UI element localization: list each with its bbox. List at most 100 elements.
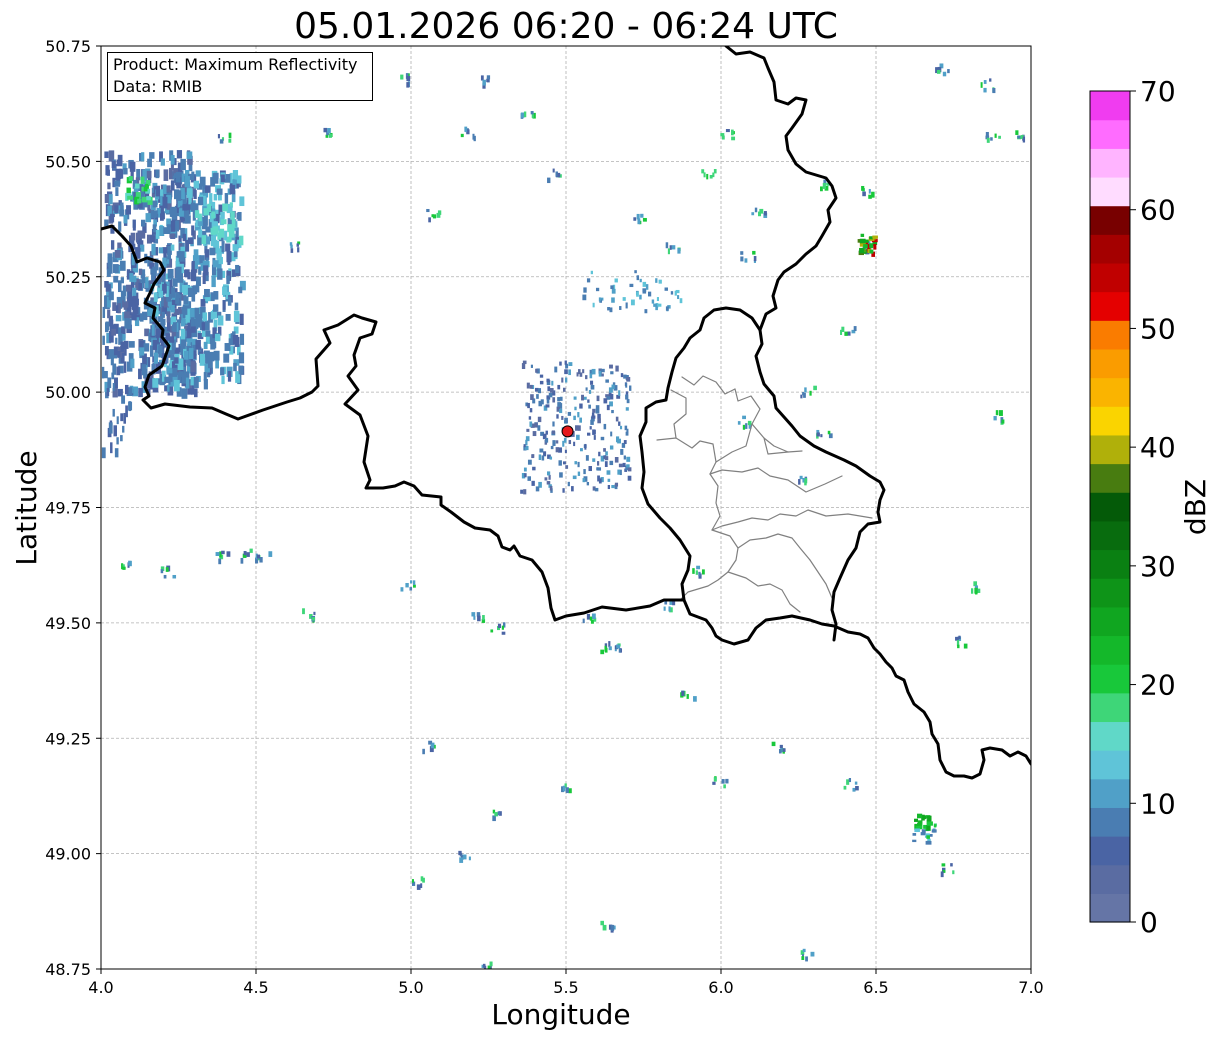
echo-cell	[113, 425, 117, 437]
echo-cell	[686, 694, 689, 699]
echo-cell	[187, 388, 193, 395]
echo-cell	[706, 173, 709, 180]
y-tick-label: 49.25	[45, 729, 91, 748]
echo-cell	[778, 748, 782, 754]
map-title: 05.01.2026 06:20 - 06:24 UTC	[294, 6, 838, 47]
colorbar-tick-label: 60	[1140, 194, 1176, 227]
echo-cell	[609, 460, 614, 466]
echo-cell	[199, 353, 206, 366]
echo-cell	[549, 485, 553, 491]
echo-cell	[658, 279, 662, 284]
echo-cell	[527, 459, 532, 465]
echo-cell	[231, 219, 236, 228]
echo-cell	[296, 243, 299, 247]
echo-cell	[840, 329, 843, 335]
echo-cell	[203, 208, 210, 216]
echo-cell	[170, 244, 175, 251]
echo-cell	[221, 241, 225, 252]
echo-cell	[220, 367, 225, 376]
echo-cell	[138, 368, 142, 380]
echo-cell	[559, 396, 563, 401]
echo-cell	[110, 442, 113, 454]
echo-cell	[523, 111, 527, 118]
echo-cell	[637, 218, 641, 225]
echo-cell	[471, 612, 476, 617]
echo-cell	[917, 822, 922, 826]
echo-cell	[827, 430, 831, 435]
echo-cell	[626, 428, 629, 433]
echo-cell	[203, 341, 208, 350]
echo-cell	[163, 574, 167, 579]
echo-cell	[166, 224, 172, 235]
echo-cell	[117, 280, 122, 293]
echo-cell	[583, 396, 587, 400]
echo-cell	[227, 371, 232, 382]
echo-cell	[626, 377, 631, 382]
echo-cell	[541, 455, 545, 461]
echo-cell	[623, 440, 627, 445]
x-axis-ticks: 4.0 4.5 5.0 5.5 6.0 6.5 7.0	[88, 969, 1044, 997]
echo-cell	[106, 387, 110, 396]
echo-cell	[222, 203, 229, 212]
echo-cell	[116, 159, 123, 167]
echo-cell	[416, 884, 421, 890]
echo-cell	[751, 212, 755, 216]
echo-cell	[529, 384, 533, 389]
echo-cell	[629, 283, 634, 288]
echo-cell	[212, 173, 219, 184]
echo-cell	[152, 339, 158, 350]
echo-cell	[105, 321, 110, 331]
echo-cell	[947, 69, 950, 74]
echo-cell	[112, 264, 119, 273]
colorbar-tick-label: 20	[1140, 669, 1176, 702]
echo-cell	[520, 112, 525, 118]
echo-cell	[578, 425, 581, 431]
echo-cell	[411, 879, 414, 883]
echo-cell	[862, 191, 866, 197]
echo-cell	[160, 569, 164, 574]
echo-cell	[436, 212, 441, 218]
echo-cell	[588, 466, 592, 472]
colorbar-segment	[1090, 807, 1130, 837]
colorbar-segment	[1090, 406, 1130, 436]
echo-cell	[606, 404, 610, 411]
echo-cell	[618, 647, 621, 653]
echo-cell	[582, 478, 586, 483]
echo-cell	[731, 129, 734, 136]
echo-cell	[547, 386, 551, 392]
echo-cell	[155, 169, 160, 179]
colorbar-tick-label: 50	[1140, 312, 1176, 345]
echo-cell	[573, 441, 576, 447]
echo-cell	[494, 812, 498, 817]
echo-cell	[957, 644, 960, 649]
echo-cell	[163, 227, 168, 235]
echo-cell	[580, 448, 583, 452]
echo-cell	[131, 275, 137, 283]
echo-cell	[188, 347, 194, 360]
echo-cell	[868, 188, 871, 194]
echo-cell	[472, 133, 475, 140]
echo-cell	[464, 126, 468, 132]
echo-cell	[238, 365, 244, 375]
echo-cell	[847, 331, 851, 336]
echo-cell	[668, 606, 671, 612]
echo-cell	[604, 456, 609, 461]
echo-cell	[522, 360, 527, 365]
echo-cell	[139, 313, 144, 322]
x-tick-label: 5.0	[398, 978, 423, 997]
colorbar-tick-label: 40	[1140, 431, 1176, 464]
echo-cell	[193, 287, 198, 294]
echo-cell	[608, 641, 611, 647]
colorbar-tick-label: 30	[1140, 550, 1176, 583]
echo-cell	[207, 359, 213, 369]
echo-cell	[802, 948, 806, 953]
echo-cell	[647, 291, 652, 297]
echo-cell	[162, 184, 167, 194]
echo-cell	[221, 550, 225, 555]
echo-cell	[140, 176, 145, 184]
echo-cell	[617, 469, 621, 475]
echo-cell	[129, 161, 136, 172]
echo-cell	[745, 423, 748, 429]
echo-cell	[610, 285, 614, 290]
echo-cell	[215, 360, 220, 369]
